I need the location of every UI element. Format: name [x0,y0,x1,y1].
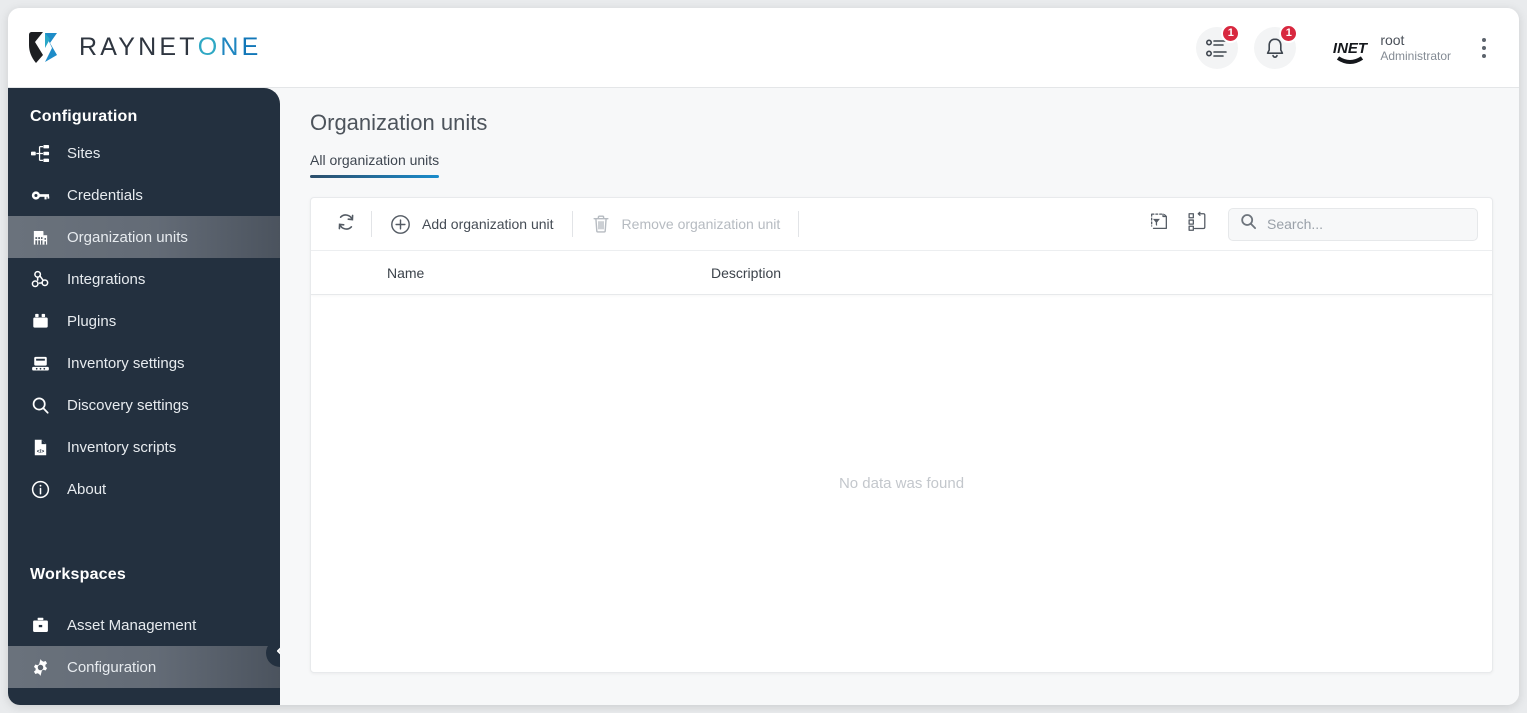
desktop-background: RAYNET O N E 1 1 INET root Administrator… [0,0,1527,713]
briefcase-icon [30,615,50,635]
sidebar-item-label: About [67,480,107,498]
header-overflow-menu-button[interactable] [1471,27,1497,69]
notifications-badge: 1 [1279,23,1299,43]
grid-toolbar: Add organization unit Remove organizatio… [311,198,1492,251]
chevron-left-icon [274,644,280,662]
building-icon [30,227,50,247]
notifications-button[interactable]: 1 [1254,23,1299,69]
main-content: Organization units All organization unit… [280,88,1519,705]
sidebar-item-configuration[interactable]: Configuration [8,646,280,688]
webhook-icon [30,269,50,289]
tab-bar: All organization units [310,152,1493,178]
user-role: Administrator [1380,48,1451,63]
brand-logo[interactable]: RAYNET O N E [26,31,262,65]
info-circle-icon [30,479,50,499]
sidebar-item-plugins[interactable]: Plugins [8,300,280,342]
data-grid-card: Add organization unit Remove organizatio… [310,197,1493,673]
sidebar-item-sites[interactable]: Sites [8,132,280,174]
add-organization-unit-button[interactable]: Add organization unit [378,207,566,241]
table-body: No data was found [311,295,1492,672]
gear-icon [30,657,50,677]
sidebar-item-label: Inventory scripts [67,438,177,456]
brand-text-e: E [241,33,262,61]
sidebar-item-inventory-settings[interactable]: Inventory settings [8,342,280,384]
sidebar-item-label: Configuration [67,658,157,676]
remove-organization-unit-button[interactable]: Remove organization unit [579,207,793,241]
grouping-button[interactable] [1178,207,1216,241]
user-info: root Administrator [1380,32,1451,63]
sidebar-section-title-configuration: Configuration [30,108,138,125]
sidebar-item-about[interactable]: About [8,468,280,510]
column-header-name[interactable]: Name [311,265,711,281]
search-box[interactable] [1228,207,1478,241]
sidebar-item-asset-management[interactable]: Asset Management [8,604,280,646]
search-icon [30,395,50,415]
column-header-description[interactable]: Description [711,265,1492,281]
net-company-avatar-icon: INET [1330,27,1371,68]
svg-text:INET: INET [1333,40,1369,57]
search-icon [1240,213,1257,235]
app-window: RAYNET O N E 1 1 INET root Administrator… [8,8,1519,705]
brand-text-raynet: RAYNET [79,33,198,61]
add-organization-unit-label: Add organization unit [422,216,554,232]
kebab-dot [1482,53,1486,58]
refresh-icon [336,212,356,237]
toolbar-divider [371,211,372,237]
remove-organization-unit-label: Remove organization unit [621,216,781,232]
brand-text-o: O [197,33,221,61]
raynet-logo-mark-icon [26,31,66,65]
table-header-row: Name Description [311,251,1492,295]
sitemap-icon [30,143,50,163]
sidebar-item-label: Sites [67,144,101,162]
sidebar-item-label: Discovery settings [67,396,189,414]
key-icon [30,185,50,205]
tasks-badge: 1 [1221,23,1241,43]
server-icon [30,353,50,373]
kebab-dot [1482,37,1486,42]
plus-circle-icon [390,214,411,235]
toolbar-divider [571,211,573,237]
user-menu[interactable]: INET root Administrator [1330,27,1451,68]
grouping-icon [1186,211,1208,238]
script-file-icon: </> [30,437,50,457]
tab-all-organization-units[interactable]: All organization units [310,152,440,178]
sidebar-item-label: Credentials [67,186,143,204]
brand-text-n: N [220,33,242,61]
brand-wordmark: RAYNET O N E [79,33,262,62]
sidebar-item-credentials[interactable]: Credentials [8,174,280,216]
plugin-icon [30,311,50,331]
sidebar-item-label: Organization units [67,228,188,246]
sidebar-item-inventory-scripts[interactable]: </> Inventory scripts [8,426,280,468]
sidebar-item-label: Inventory settings [67,354,185,372]
sidebar-item-integrations[interactable]: Integrations [8,258,280,300]
sidebar-item-label: Asset Management [67,616,197,634]
sidebar-item-label: Plugins [67,312,117,330]
page-title: Organization units [310,110,488,135]
sidebar-section-title-workspaces: Workspaces [30,566,126,583]
sidebar-item-organization-units[interactable]: Organization units [8,216,280,258]
sidebar-item-label: Integrations [67,270,146,288]
tasks-button[interactable]: 1 [1196,23,1241,69]
sidebar-navigation: Configuration Sites Credentials Organiza… [8,88,280,705]
filter-page-icon [1148,211,1170,238]
user-name: root [1380,31,1405,48]
filter-button[interactable] [1140,207,1178,241]
kebab-dot [1482,45,1486,50]
app-header: RAYNET O N E 1 1 INET root Administrator [8,8,1519,88]
search-input[interactable] [1267,216,1466,232]
empty-state-message: No data was found [838,475,965,492]
svg-text:</>: </> [36,449,43,455]
sidebar-item-discovery-settings[interactable]: Discovery settings [8,384,280,426]
refresh-button[interactable] [327,207,365,241]
toolbar-divider [798,211,800,237]
trash-icon [591,214,611,234]
header-actions: 1 1 INET root Administrator [1196,23,1497,69]
